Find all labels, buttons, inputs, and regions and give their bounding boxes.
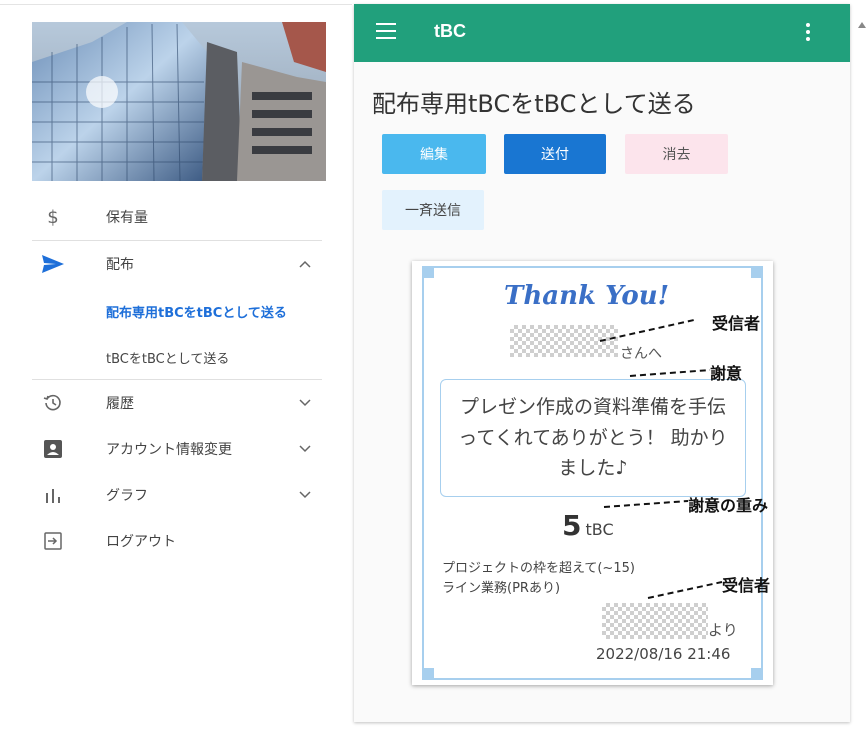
sub-item-send-tbc[interactable]: tBCをtBCとして送る <box>32 333 322 379</box>
building-hero-image <box>32 22 326 181</box>
sub-item-label: tBCをtBCとして送る <box>106 352 230 367</box>
annotation-gratitude: 謝意 <box>710 364 743 383</box>
nav-item-label: 保有量 <box>106 210 148 226</box>
history-icon <box>42 392 64 414</box>
chevron-down-icon[interactable] <box>298 396 312 410</box>
send-icon <box>42 253 64 275</box>
bar-chart-icon <box>42 484 64 506</box>
scroll-up-arrow-icon[interactable] <box>858 14 866 28</box>
nav-item-graph[interactable]: グラフ <box>32 472 322 518</box>
annotation-sender: 受信者 <box>722 576 771 595</box>
annotation-lines <box>599 319 723 599</box>
nav-list: $ 保有量 配布 配布専用tBCをtBCとして送る tBCをtBCとして送る 履… <box>32 194 322 564</box>
annotation-recipient: 受信者 <box>712 314 761 333</box>
nav-item-distribute[interactable]: 配布 <box>32 241 322 287</box>
chevron-down-icon[interactable] <box>298 442 312 456</box>
app-panel: tBC 配布専用tBCをtBCとして送る 編集 送付 消去 一斉送信 Thank… <box>354 4 850 722</box>
dollar-icon: $ <box>47 206 59 228</box>
sub-item-send-distribution-tbc[interactable]: 配布専用tBCをtBCとして送る <box>32 287 322 333</box>
nav-item-holdings[interactable]: $ 保有量 <box>32 194 322 240</box>
nav-item-label: アカウント情報変更 <box>106 442 232 458</box>
logout-icon <box>42 530 64 552</box>
annotation-gratitude-weight: 謝意の重み <box>688 496 769 515</box>
nav-item-history[interactable]: 履歴 <box>32 380 322 426</box>
sub-item-label: 配布専用tBCをtBCとして送る <box>106 306 287 321</box>
account-box-icon <box>42 438 64 460</box>
nav-item-label: 配布 <box>106 257 134 273</box>
navigation-drawer: $ 保有量 配布 配布専用tBCをtBCとして送る tBCをtBCとして送る 履… <box>0 0 352 740</box>
chevron-up-icon[interactable] <box>298 257 312 271</box>
nav-item-label: 履歴 <box>106 396 134 412</box>
nav-item-label: グラフ <box>106 488 148 504</box>
chevron-down-icon[interactable] <box>298 488 312 502</box>
nav-item-account[interactable]: アカウント情報変更 <box>32 426 322 472</box>
nav-item-label: ログアウト <box>106 534 176 550</box>
nav-item-logout[interactable]: ログアウト <box>32 518 322 564</box>
top-divider <box>0 4 352 5</box>
